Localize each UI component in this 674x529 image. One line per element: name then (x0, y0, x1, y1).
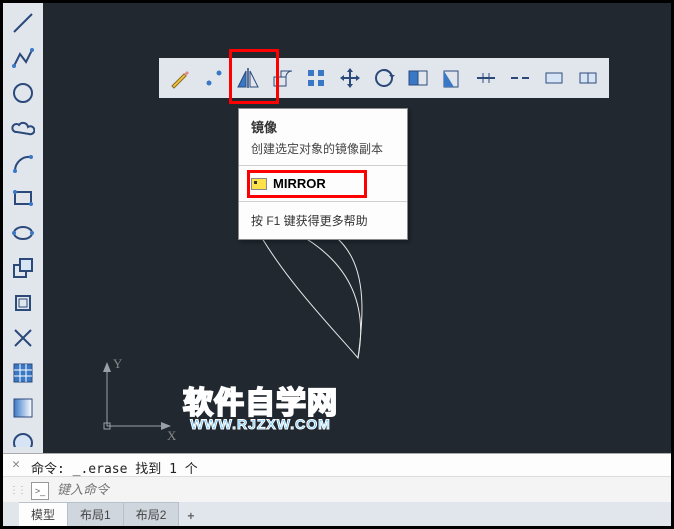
join-tool[interactable] (573, 63, 603, 93)
close-icon[interactable]: ✕ (9, 457, 23, 471)
circle-tool[interactable] (6, 76, 40, 110)
command-icon (251, 178, 267, 190)
arc-tool[interactable] (6, 146, 40, 180)
mirror-tooltip: 镜像 创建选定对象的镜像副本 MIRROR 按 F1 键获得更多帮助 (238, 108, 408, 240)
tooltip-command: MIRROR (273, 176, 326, 191)
command-history: ✕ 命令: _.erase 找到 1 个 (3, 454, 671, 476)
hatch-tool[interactable] (6, 356, 40, 390)
watermark-line2: WWW.RJZXW.COM (183, 416, 338, 432)
copy-tool[interactable] (6, 251, 40, 285)
tab-add-button[interactable]: + (179, 506, 202, 526)
offset-tool[interactable] (6, 286, 40, 320)
stretch2-tool[interactable] (437, 63, 467, 93)
cloud-tool[interactable] (6, 111, 40, 145)
axis-x-label: X (167, 428, 177, 443)
tooltip-command-row: MIRROR (239, 170, 407, 197)
tooltip-help: 按 F1 键获得更多帮助 (239, 206, 407, 239)
axis-y-label: Y (113, 356, 123, 371)
ucs-axis-icon: Y X (95, 358, 175, 438)
command-line: ⋮⋮ >_ (3, 476, 671, 504)
trim-tool[interactable] (6, 321, 40, 355)
line-tool[interactable] (6, 6, 40, 40)
move-tool[interactable] (335, 63, 365, 93)
command-prompt-icon: >_ (31, 482, 49, 500)
ellipse-tool[interactable] (6, 216, 40, 250)
extend-tool[interactable] (471, 63, 501, 93)
point-tool[interactable] (199, 63, 229, 93)
rotate-tool[interactable] (267, 63, 297, 93)
tooltip-description: 创建选定对象的镜像副本 (251, 140, 395, 157)
watermark-line1: 软件自学网 (183, 378, 338, 422)
stretch-tool[interactable] (403, 63, 433, 93)
polyline-tool[interactable] (6, 41, 40, 75)
break-tool[interactable] (505, 63, 535, 93)
rectangle-tool[interactable] (6, 181, 40, 215)
left-toolbar (3, 3, 43, 453)
tab-model[interactable]: 模型 (19, 502, 68, 526)
draw-tool[interactable] (165, 63, 195, 93)
tab-layout1[interactable]: 布局1 (68, 502, 124, 526)
gradient-tool[interactable] (6, 391, 40, 425)
modify-toolbar (159, 58, 609, 98)
array-tool[interactable] (301, 63, 331, 93)
tab-layout2[interactable]: 布局2 (124, 502, 180, 526)
break2-tool[interactable] (539, 63, 569, 93)
drag-handle-icon[interactable]: ⋮⋮ (9, 485, 25, 496)
tooltip-title: 镜像 (251, 117, 395, 136)
scale-circ-tool[interactable] (369, 63, 399, 93)
command-area: ✕ 命令: _.erase 找到 1 个 ⋮⋮ >_ (3, 453, 671, 505)
command-input[interactable] (55, 482, 665, 499)
app-window: Y X 软件自学网 WWW.RJZXW.COM 镜像 创建选定对象的镜像副本 (0, 0, 674, 529)
watermark: 软件自学网 WWW.RJZXW.COM (183, 378, 338, 432)
mirror-tool[interactable] (233, 63, 263, 93)
command-history-text: 命令: _.erase 找到 1 个 (31, 462, 198, 477)
layout-tabs: 模型 布局1 布局2 + (3, 502, 671, 526)
